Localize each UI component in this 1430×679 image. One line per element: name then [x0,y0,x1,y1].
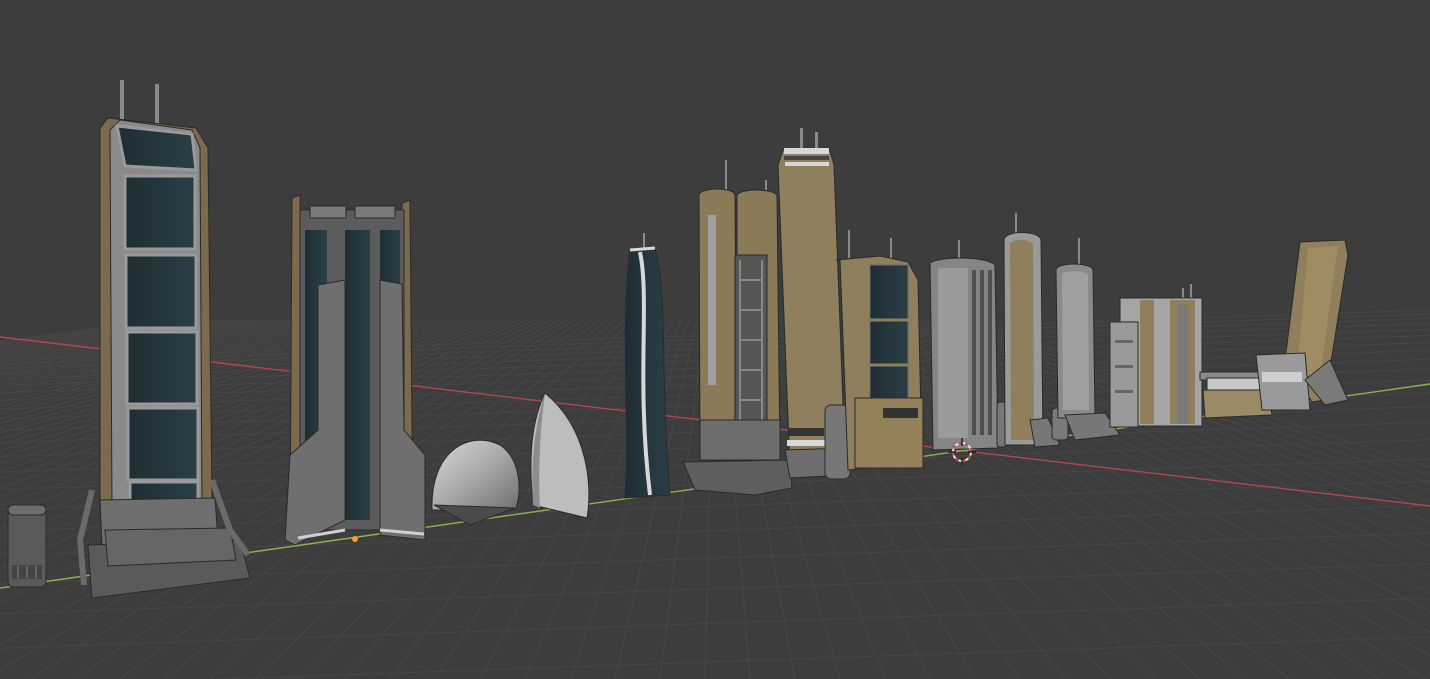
object-origin-icon [352,536,358,542]
tower-stepped-glass[interactable] [835,230,924,471]
block-cluster[interactable] [1109,284,1203,428]
3d-viewport[interactable] [0,0,1430,679]
canister-small[interactable] [7,504,47,588]
scene-canvas[interactable] [0,0,1430,679]
tower-ribbed-gray[interactable] [929,240,1008,451]
tower-vertical-fins[interactable] [284,194,426,546]
